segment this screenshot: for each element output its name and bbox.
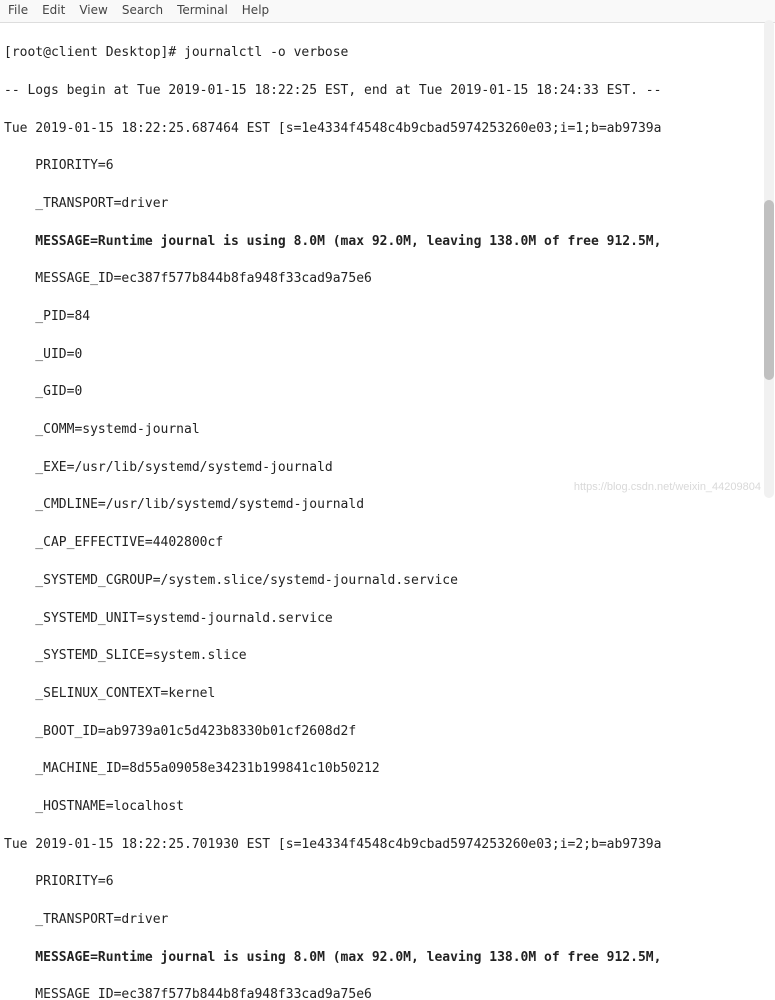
entry2-message-id: MESSAGE_ID=ec387f577b844b8fa948f33cad9a7… <box>4 986 771 1000</box>
menu-edit[interactable]: Edit <box>42 2 65 19</box>
entry1-slice: _SYSTEMD_SLICE=system.slice <box>4 647 771 666</box>
entry2-transport: _TRANSPORT=driver <box>4 911 771 930</box>
entry2-message: MESSAGE=Runtime journal is using 8.0M (m… <box>4 949 771 968</box>
menubar: File Edit View Search Terminal Help <box>0 0 775 23</box>
terminal-output[interactable]: [root@client Desktop]# journalctl -o ver… <box>0 23 775 1000</box>
entry1-cgroup: _SYSTEMD_CGROUP=/system.slice/systemd-jo… <box>4 572 771 591</box>
entry1-message-id: MESSAGE_ID=ec387f577b844b8fa948f33cad9a7… <box>4 270 771 289</box>
menu-file[interactable]: File <box>8 2 28 19</box>
entry1-comm: _COMM=systemd-journal <box>4 421 771 440</box>
entry1-hostname: _HOSTNAME=localhost <box>4 798 771 817</box>
entry1-gid: _GID=0 <box>4 383 771 402</box>
entry2-header: Tue 2019-01-15 18:22:25.701930 EST [s=1e… <box>4 836 771 855</box>
menu-terminal[interactable]: Terminal <box>177 2 228 19</box>
entry1-machine-id: _MACHINE_ID=8d55a09058e34231b199841c10b5… <box>4 760 771 779</box>
entry1-exe: _EXE=/usr/lib/systemd/systemd-journald <box>4 459 771 478</box>
scrollbar-vertical[interactable] <box>764 20 774 498</box>
entry1-cmdline: _CMDLINE=/usr/lib/systemd/systemd-journa… <box>4 496 771 515</box>
menu-search[interactable]: Search <box>122 2 163 19</box>
prompt-line: [root@client Desktop]# journalctl -o ver… <box>4 44 771 63</box>
command-text: journalctl -o verbose <box>184 45 348 60</box>
entry1-message: MESSAGE=Runtime journal is using 8.0M (m… <box>4 233 771 252</box>
entry1-header: Tue 2019-01-15 18:22:25.687464 EST [s=1e… <box>4 120 771 139</box>
entry1-priority: PRIORITY=6 <box>4 157 771 176</box>
shell-prompt: [root@client Desktop]# <box>4 45 184 60</box>
entry2-priority: PRIORITY=6 <box>4 873 771 892</box>
entry1-selinux: _SELINUX_CONTEXT=kernel <box>4 685 771 704</box>
entry1-unit: _SYSTEMD_UNIT=systemd-journald.service <box>4 610 771 629</box>
entry1-boot-id: _BOOT_ID=ab9739a01c5d423b8330b01cf2608d2… <box>4 723 771 742</box>
logs-begin-line: -- Logs begin at Tue 2019-01-15 18:22:25… <box>4 82 771 101</box>
entry1-uid: _UID=0 <box>4 346 771 365</box>
entry1-cap: _CAP_EFFECTIVE=4402800cf <box>4 534 771 553</box>
menu-help[interactable]: Help <box>242 2 269 19</box>
entry1-transport: _TRANSPORT=driver <box>4 195 771 214</box>
scrollbar-thumb[interactable] <box>764 200 774 380</box>
entry1-pid: _PID=84 <box>4 308 771 327</box>
menu-view[interactable]: View <box>79 2 107 19</box>
